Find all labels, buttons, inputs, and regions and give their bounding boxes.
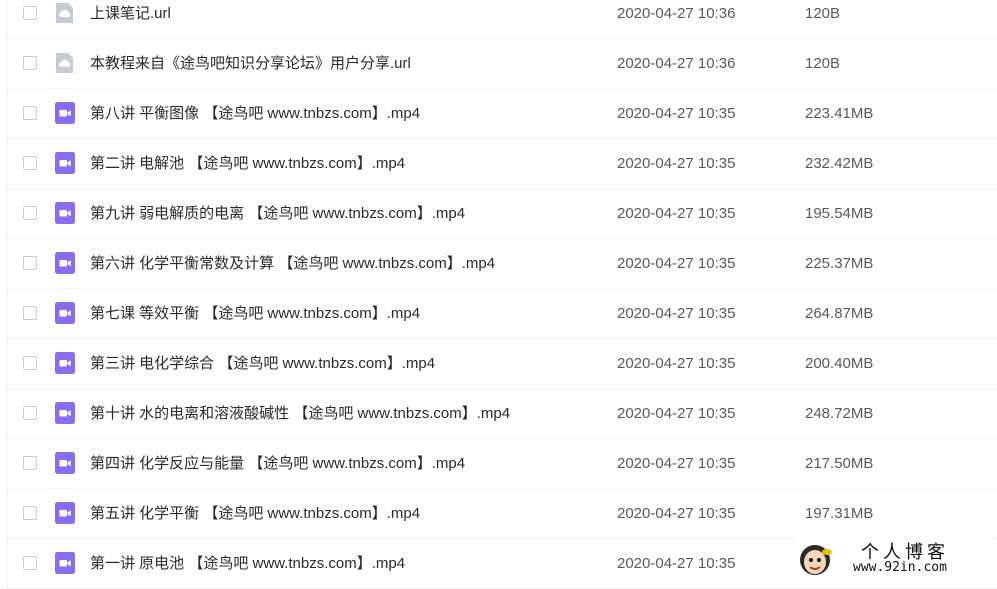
file-name[interactable]: 第八讲 平衡图像 【途鸟吧 www.tnbzs.com】.mp4 [90,104,420,124]
row-checkbox[interactable] [23,356,37,370]
file-row[interactable]: 上课笔记.url 2020-04-27 10:36 120B [0,0,997,39]
cloud-link-file-icon [55,2,75,24]
file-name[interactable]: 第一讲 原电池 【途鸟吧 www.tnbzs.com】.mp4 [90,554,405,574]
file-row[interactable]: 第九讲 弱电解质的电离 【途鸟吧 www.tnbzs.com】.mp4 2020-… [0,189,997,239]
cloud-link-file-icon [55,52,75,74]
cartoon-avatar-icon [800,545,832,575]
row-checkbox[interactable] [23,6,37,20]
row-checkbox[interactable] [23,556,37,570]
row-checkbox[interactable] [23,106,37,120]
file-size: 120B [805,55,841,72]
file-name[interactable]: 第九讲 弱电解质的电离 【途鸟吧 www.tnbzs.com】.mp4 [90,204,465,224]
row-checkbox[interactable] [23,506,37,520]
file-modified-date: 2020-04-27 10:36 [617,55,736,72]
file-size: 197.31MB [805,505,874,522]
row-checkbox[interactable] [23,206,37,220]
file-size: 264.87MB [805,305,874,322]
file-row[interactable]: 本教程来自《途鸟吧知识分享论坛》用户分享.url 2020-04-27 10:36… [0,39,997,89]
file-row[interactable]: 第二讲 电解池 【途鸟吧 www.tnbzs.com】.mp4 2020-04-2… [0,139,997,189]
video-file-icon [55,452,75,474]
file-name[interactable]: 第四讲 化学反应与能量 【途鸟吧 www.tnbzs.com】.mp4 [90,454,465,474]
file-size: 232.42MB [805,155,874,172]
file-list: 上课笔记.url 2020-04-27 10:36 120B 本教程来自《途鸟吧知识… [0,0,997,589]
file-row[interactable]: 第六讲 化学平衡常数及计算 【途鸟吧 www.tnbzs.com】.mp4 202… [0,239,997,289]
row-checkbox[interactable] [23,406,37,420]
file-name[interactable]: 第七课 等效平衡 【途鸟吧 www.tnbzs.com】.mp4 [90,304,420,324]
file-modified-date: 2020-04-27 10:35 [617,555,736,572]
video-file-icon [55,252,75,274]
file-size: 200.40MB [805,355,874,372]
row-checkbox[interactable] [23,56,37,70]
file-row[interactable]: 第五讲 化学平衡 【途鸟吧 www.tnbzs.com】.mp4 2020-04-… [0,489,997,539]
file-modified-date: 2020-04-27 10:36 [617,5,736,22]
video-file-icon [55,102,75,124]
file-name[interactable]: 第三讲 电化学综合 【途鸟吧 www.tnbzs.com】.mp4 [90,354,435,374]
file-name[interactable]: 第十讲 水的电离和溶液酸碱性 【途鸟吧 www.tnbzs.com】.mp4 [90,404,510,424]
file-row[interactable]: 第十讲 水的电离和溶液酸碱性 【途鸟吧 www.tnbzs.com】.mp4 20… [0,389,997,439]
file-modified-date: 2020-04-27 10:35 [617,355,736,372]
video-file-icon [55,352,75,374]
file-size: 225.37MB [805,255,874,272]
file-modified-date: 2020-04-27 10:35 [617,405,736,422]
file-modified-date: 2020-04-27 10:35 [617,205,736,222]
file-modified-date: 2020-04-27 10:35 [617,155,736,172]
video-file-icon [55,302,75,324]
file-modified-date: 2020-04-27 10:35 [617,505,736,522]
row-checkbox[interactable] [23,456,37,470]
file-row[interactable]: 第八讲 平衡图像 【途鸟吧 www.tnbzs.com】.mp4 2020-04-… [0,89,997,139]
file-name[interactable]: 第六讲 化学平衡常数及计算 【途鸟吧 www.tnbzs.com】.mp4 [90,254,495,274]
file-name[interactable]: 第五讲 化学平衡 【途鸟吧 www.tnbzs.com】.mp4 [90,504,420,524]
row-checkbox[interactable] [23,256,37,270]
file-modified-date: 2020-04-27 10:35 [617,305,736,322]
video-file-icon [55,502,75,524]
file-modified-date: 2020-04-27 10:35 [617,455,736,472]
video-file-icon [55,402,75,424]
video-file-icon [55,152,75,174]
file-row[interactable]: 第四讲 化学反应与能量 【途鸟吧 www.tnbzs.com】.mp4 2020-… [0,439,997,489]
row-checkbox[interactable] [23,306,37,320]
file-size: 248.72MB [805,405,874,422]
video-file-icon [55,552,75,574]
file-name[interactable]: 第二讲 电解池 【途鸟吧 www.tnbzs.com】.mp4 [90,154,405,174]
row-checkbox[interactable] [23,156,37,170]
file-size: 120B [805,5,841,22]
watermark-url: www.92in.com [853,560,947,575]
file-modified-date: 2020-04-27 10:35 [617,105,736,122]
file-size: 195.54MB [805,205,874,222]
file-row[interactable]: 第七课 等效平衡 【途鸟吧 www.tnbzs.com】.mp4 2020-04-… [0,289,997,339]
file-name[interactable]: 上课笔记.url [90,4,171,24]
video-file-icon [55,202,75,224]
file-modified-date: 2020-04-27 10:35 [617,255,736,272]
file-size: 223.41MB [805,105,874,122]
file-row[interactable]: 第三讲 电化学综合 【途鸟吧 www.tnbzs.com】.mp4 2020-04… [0,339,997,389]
file-name[interactable]: 本教程来自《途鸟吧知识分享论坛》用户分享.url [90,54,411,74]
watermark: 个人博客 www.92in.com [795,538,991,580]
file-size: 217.50MB [805,455,874,472]
